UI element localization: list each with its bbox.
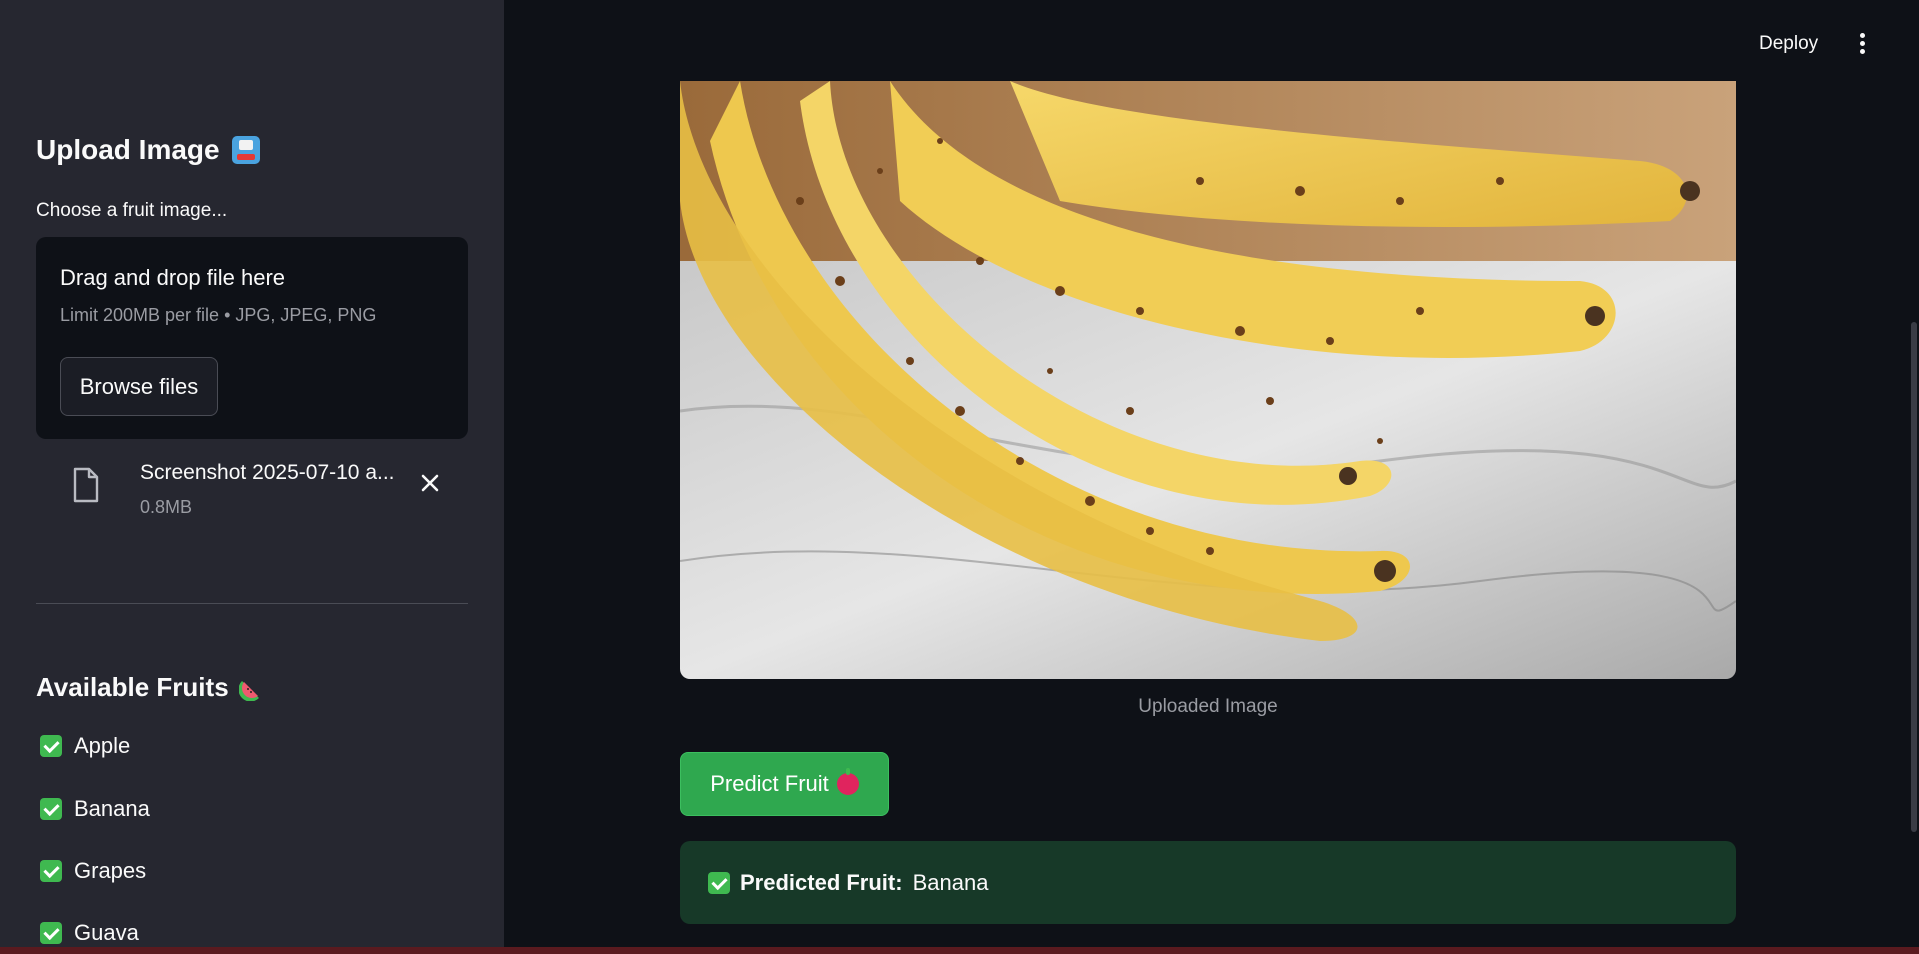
available-fruits-title-text: Available Fruits — [36, 672, 229, 702]
check-mark-icon — [40, 860, 62, 882]
dropzone-title: Drag and drop file here — [60, 265, 286, 290]
uploaded-file-name: Screenshot 2025-07-10 a... — [140, 461, 395, 484]
check-mark-icon — [708, 871, 730, 894]
upload-section-title: Upload Image — [36, 134, 260, 166]
apple-icon — [836, 768, 859, 795]
uploaded-file-row: Screenshot 2025-07-10 a... 0.8MB — [36, 455, 468, 525]
fruit-label: Guava — [74, 920, 139, 945]
file-dropzone[interactable]: Drag and drop file here Limit 200MB per … — [36, 237, 468, 439]
predict-fruit-button[interactable]: Predict Fruit — [680, 752, 889, 816]
watermelon-icon — [238, 680, 259, 701]
prediction-label: Predicted Fruit: — [740, 869, 903, 895]
remove-file-icon[interactable] — [416, 469, 444, 497]
sidebar-divider — [36, 603, 468, 604]
check-mark-icon — [40, 922, 62, 944]
taskbar-strip — [0, 947, 1919, 954]
sidebar: Upload Image Choose a fruit image... Dra… — [0, 0, 504, 954]
fruit-label: Apple — [74, 733, 131, 758]
fruit-label: Grapes — [74, 858, 147, 883]
image-caption: Uploaded Image — [1138, 696, 1278, 717]
predict-button-label: Predict Fruit — [710, 771, 829, 796]
fruit-label: Banana — [74, 796, 150, 821]
upload-title-text: Upload Image — [36, 134, 220, 165]
more-options-icon[interactable] — [1858, 33, 1866, 57]
fruit-item-banana: Banana — [40, 796, 150, 822]
fruit-item-grapes: Grapes — [40, 858, 146, 884]
uploaded-image — [680, 81, 1736, 679]
prediction-value: Banana — [912, 869, 989, 895]
main-scrollbar[interactable] — [1911, 322, 1917, 832]
uploaded-file-size: 0.8MB — [140, 497, 193, 517]
outbox-tray-icon — [231, 136, 260, 164]
deploy-button[interactable]: Deploy — [1759, 33, 1818, 55]
file-icon — [73, 467, 99, 503]
fruit-item-apple: Apple — [40, 733, 130, 759]
main-content: Deploy Uploaded Image Predict Fruit Pred… — [504, 0, 1919, 954]
fruit-item-guava: Guava — [40, 920, 139, 946]
available-fruits-title: Available Fruits — [36, 672, 265, 703]
check-mark-icon — [40, 735, 62, 757]
dropzone-limit-text: Limit 200MB per file • JPG, JPEG, PNG — [60, 305, 377, 325]
banana-photo — [680, 81, 1736, 679]
file-uploader-label: Choose a fruit image... — [36, 200, 228, 221]
prediction-result-alert: Predicted Fruit: Banana — [680, 841, 1736, 924]
browse-files-button[interactable]: Browse files — [60, 357, 218, 416]
check-mark-icon — [40, 798, 62, 820]
